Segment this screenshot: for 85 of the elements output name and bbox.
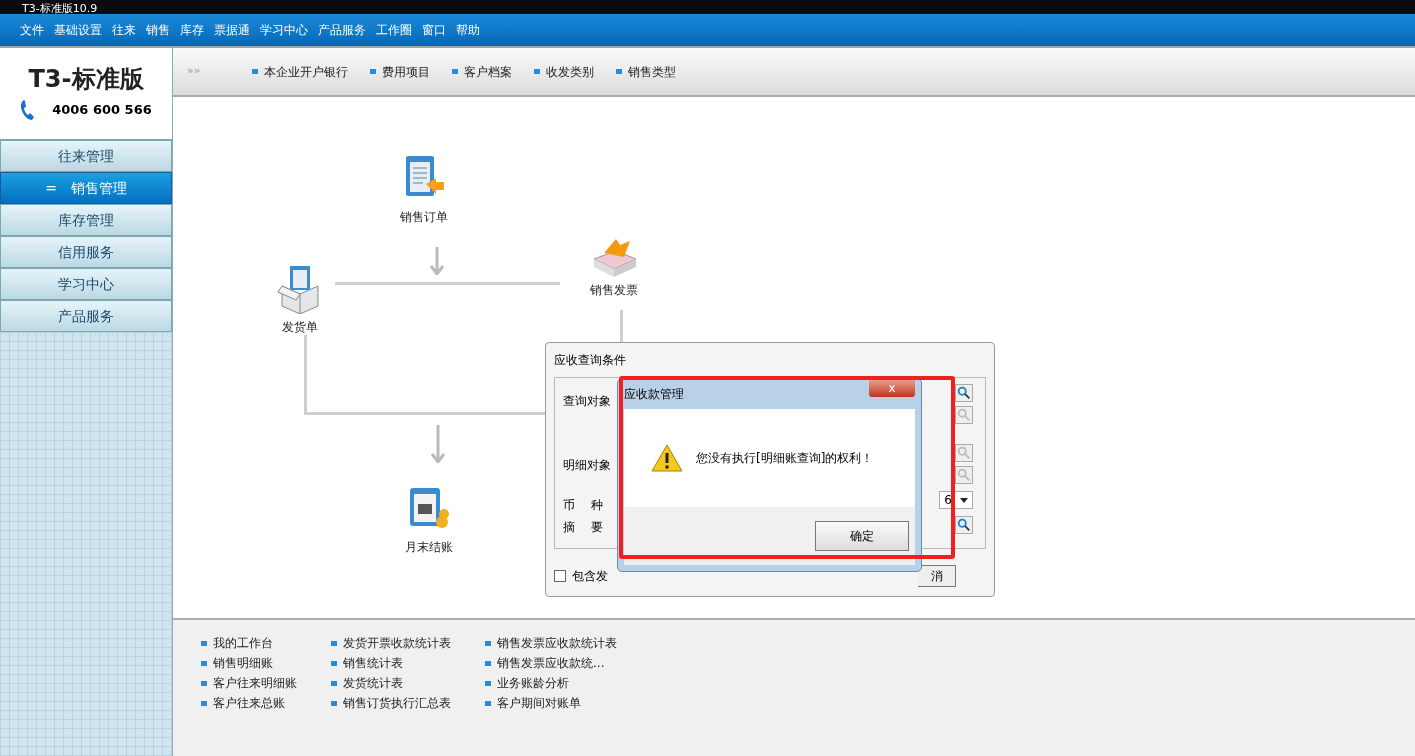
menu-item[interactable]: 基础设置 [54,21,102,39]
warning-message: 您没有执行[明细账查询]的权利！ [696,450,874,467]
report-link[interactable]: 销售统计表 [343,654,403,672]
sidebar-label: 往来管理 [58,146,114,166]
menu-item[interactable]: 学习中心 [260,21,308,39]
dropdown-icon [960,497,968,503]
sidebar-item[interactable]: = 销售管理 [0,172,172,204]
report-link[interactable]: 业务账龄分析 [497,674,569,692]
menu-item[interactable]: 帮助 [456,21,480,39]
menu-item[interactable]: 票据通 [214,21,250,39]
report-link[interactable]: 销售订货执行汇总表 [343,694,451,712]
field-label: 币 [563,497,575,514]
bullet-icon [485,640,491,646]
checkbox[interactable] [554,570,566,582]
sidebar-label: 库存管理 [58,210,114,230]
menu-item[interactable]: 产品服务 [318,21,366,39]
bullet-icon [534,69,541,74]
sidebar-item[interactable]: 学习中心 [0,268,172,300]
sidebar-label: 销售管理 [70,178,127,198]
dialog-title: 应收款管理 [624,386,684,403]
search-icon[interactable] [955,384,973,402]
flow-node-label[interactable]: 销售发票 [590,281,638,299]
checkbox-label: 包含发 [572,568,608,585]
phone-icon [20,98,37,121]
bullet-icon [370,69,377,74]
flow-node-label[interactable]: 月末结账 [405,538,453,556]
field-label: 摘 [563,519,575,536]
sidebar-item[interactable]: 往来管理 [0,140,172,172]
report-link[interactable]: 客户期间对账单 [497,694,581,712]
window-title: T3-标准版10.9 [22,3,98,14]
bullet-icon [201,660,207,666]
bullet-icon [485,680,491,686]
bullet-icon [331,640,337,646]
menu-item[interactable]: 工作圈 [376,21,412,39]
ok-button[interactable]: 确定 [815,521,909,551]
warning-icon [650,443,684,473]
bullet-icon [252,69,259,74]
toolbar-link[interactable]: 费用项目 [382,62,431,81]
field-label: 要 [591,519,603,536]
phone-number: 4006 600 566 [52,100,152,119]
cancel-button[interactable]: 消 [918,565,956,587]
sidebar-label: 学习中心 [58,274,114,294]
report-link[interactable]: 客户往来总账 [213,694,285,712]
field-label: 种 [591,497,603,514]
bullet-icon [201,640,207,646]
toolbar-link[interactable]: 收发类别 [546,62,595,81]
toolbar-link[interactable]: 本企业开户银行 [264,62,349,81]
menu-item[interactable]: 文件 [20,21,44,39]
report-link[interactable]: 销售明细账 [213,654,273,672]
sidebar-item[interactable]: 库存管理 [0,204,172,236]
bullet-icon [331,660,337,666]
sidebar-label: 信用服务 [58,242,114,262]
report-link[interactable]: 销售发票应收款统... [497,654,605,672]
bullet-icon [331,680,337,686]
bullet-icon [452,69,459,74]
flow-node-label[interactable]: 发货单 [282,318,318,336]
expand-marker: = [45,178,57,198]
report-link[interactable]: 客户往来明细账 [213,674,297,692]
report-link[interactable]: 发货开票收款统计表 [343,634,451,652]
bullet-icon [485,700,491,706]
bullet-icon [331,700,337,706]
menu-item[interactable]: 库存 [180,21,204,39]
menu-item[interactable]: 窗口 [422,21,446,39]
down-arrow-icon [431,425,445,463]
field-label: 查询对象 [563,393,611,410]
down-arrow-icon [430,247,444,275]
search-icon[interactable] [955,516,973,534]
toolbar-link[interactable]: 销售类型 [628,62,677,81]
menu-item[interactable]: 销售 [146,21,170,39]
sidebar-item[interactable]: 信用服务 [0,236,172,268]
sidebar-item[interactable]: 产品服务 [0,300,172,332]
toolbar-link[interactable]: 客户档案 [464,62,513,81]
report-link[interactable]: 销售发票应收款统计表 [497,634,617,652]
bullet-icon [485,660,491,666]
menu-item[interactable]: 往来 [112,21,136,39]
brand-logo: T3-标准版 [28,66,144,91]
flow-node-label[interactable]: 销售订单 [400,208,448,226]
report-link[interactable]: 我的工作台 [213,634,273,652]
field-label: 明细对象 [563,457,611,474]
bullet-icon [201,700,207,706]
bullet-icon [201,680,207,686]
report-link[interactable]: 发货统计表 [343,674,403,692]
bullet-icon [616,69,623,74]
dialog-title: 应收查询条件 [554,352,627,369]
sidebar-label: 产品服务 [58,306,114,326]
